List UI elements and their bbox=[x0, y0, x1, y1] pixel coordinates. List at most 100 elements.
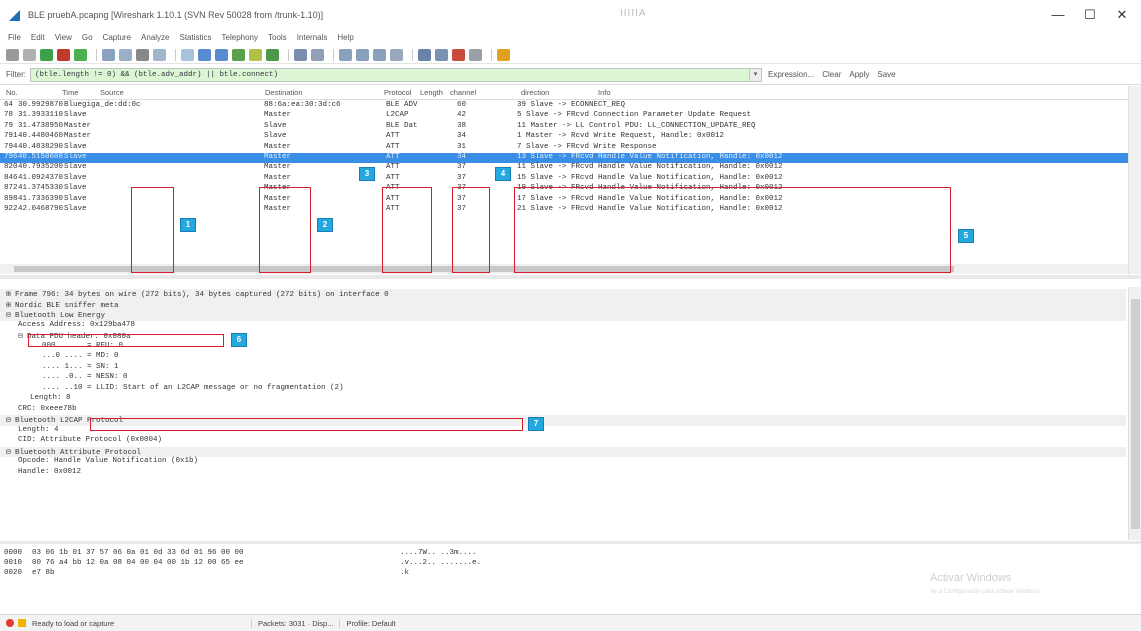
menu-statistics[interactable]: Statistics bbox=[180, 33, 212, 42]
menu-file[interactable]: File bbox=[8, 33, 21, 42]
packet-row[interactable]: 820 40.7935200 Slave Master ATT 37 11 Slave ->… bbox=[0, 163, 1128, 173]
detail-tree-row[interactable]: Handle: 0x0012 bbox=[0, 468, 81, 479]
reload-icon[interactable] bbox=[153, 48, 166, 61]
detail-tree-row[interactable]: ...0 .... = MD: 0 bbox=[0, 352, 119, 363]
hex-ascii[interactable]: .v...2.. .......e. bbox=[400, 559, 481, 569]
colorize-icon[interactable] bbox=[294, 48, 307, 61]
column-time[interactable]: Time bbox=[62, 88, 78, 97]
packet-row-selected[interactable]: 796 40.5150600 Slave Master ATT 34 13 Slave ->… bbox=[0, 153, 1128, 164]
detail-tree-row[interactable]: CRC: 0xeee78b bbox=[0, 405, 77, 416]
menu-internals[interactable]: Internals bbox=[297, 33, 328, 42]
menu-telephony[interactable]: Telephony bbox=[222, 33, 258, 42]
start-capture-icon[interactable] bbox=[40, 48, 53, 61]
hex-bytes[interactable]: 03 06 1b 01 37 57 06 0a 01 0d 33 6d 01 9… bbox=[32, 549, 244, 559]
menu-edit[interactable]: Edit bbox=[31, 33, 45, 42]
packet-row[interactable]: 846 41.0924370 Slave Master ATT 37 15 Slave ->… bbox=[0, 174, 1128, 184]
expert-info-icon[interactable] bbox=[18, 619, 26, 627]
autoscroll-icon[interactable] bbox=[311, 48, 324, 61]
packet-list-vscrollbar[interactable] bbox=[1128, 86, 1141, 274]
detail-tree-row[interactable]: .... .0.. = NESN: 0 bbox=[0, 373, 128, 384]
detail-tree-row[interactable]: CID: Attribute Protocol (0x0004) bbox=[0, 436, 162, 447]
activate-windows-note: Ve a Configuración para activar Windows bbox=[930, 589, 1040, 595]
packet-row[interactable]: 794 40.4838290 Slave Master ATT 31 7 Slave -> … bbox=[0, 143, 1128, 153]
detail-tree-row[interactable]: .... 1... = SN: 1 bbox=[0, 363, 119, 374]
packet-row[interactable]: 64 30.9929870 Bluegiga_de:dd:0c 88:6a:ea:30… bbox=[0, 101, 1128, 111]
coloring-rules-icon[interactable] bbox=[452, 48, 465, 61]
stop-capture-icon[interactable] bbox=[57, 48, 70, 61]
apply-button[interactable]: Apply bbox=[849, 70, 869, 79]
minimize-button[interactable]: — bbox=[1046, 6, 1070, 24]
hex-ascii[interactable]: .k bbox=[400, 569, 409, 579]
column-destination[interactable]: Destination bbox=[265, 88, 303, 97]
hex-offset[interactable]: 0000 bbox=[4, 549, 22, 559]
packet-time: 40.7935200 bbox=[18, 163, 64, 172]
pane-splitter-bottom[interactable] bbox=[0, 541, 1141, 544]
menu-tools[interactable]: Tools bbox=[268, 33, 287, 42]
detail-tree-row[interactable]: ⊞ Nordic BLE sniffer meta bbox=[0, 299, 1126, 310]
clear-button[interactable]: Clear bbox=[822, 70, 841, 79]
detail-tree-row[interactable]: .... ..10 = LLID: Start of an L2CAP mess… bbox=[0, 384, 344, 395]
detail-tree-row[interactable]: Length: 4 bbox=[0, 426, 59, 437]
help-icon[interactable] bbox=[497, 48, 510, 61]
detail-tree-row[interactable]: Opcode: Handle Value Notification (0x1b) bbox=[0, 457, 198, 468]
capture-status-icon[interactable] bbox=[6, 619, 14, 627]
detail-tree-row[interactable]: Length: 8 bbox=[0, 394, 71, 405]
detail-tree-row[interactable]: ⊞ Frame 796: 34 bytes on wire (272 bits)… bbox=[0, 289, 1126, 300]
restart-capture-icon[interactable] bbox=[74, 48, 87, 61]
detail-tree-row[interactable]: Access Address: 0x129ba478 bbox=[0, 321, 135, 332]
column-protocol[interactable]: Protocol bbox=[384, 88, 412, 97]
column-channel[interactable]: channel bbox=[450, 88, 476, 97]
last-packet-icon[interactable] bbox=[266, 48, 279, 61]
packet-row[interactable]: 78 31.3933110 Slave Master L2CAP 42 5 Slave ->… bbox=[0, 111, 1128, 121]
packet-time: 31.4738950 bbox=[18, 121, 64, 130]
filter-dropdown-button[interactable]: ▾ bbox=[750, 67, 762, 82]
menu-view[interactable]: View bbox=[55, 33, 72, 42]
column-source[interactable]: Source bbox=[100, 88, 124, 97]
expression-button[interactable]: Expression... bbox=[768, 70, 814, 79]
details-vscroll-thumb[interactable] bbox=[1131, 299, 1140, 529]
maximize-button[interactable]: ☐ bbox=[1078, 6, 1102, 24]
preferences-icon[interactable] bbox=[469, 48, 482, 61]
column-info[interactable]: Info bbox=[598, 88, 611, 97]
hex-offset[interactable]: 0010 bbox=[4, 559, 22, 569]
details-vscrollbar[interactable] bbox=[1128, 287, 1141, 540]
packet-row[interactable]: 791 40.4480460 Master Slave ATT 34 1 Master ->… bbox=[0, 132, 1128, 142]
display-filter-input[interactable]: (btle.length != 0) && (btle.adv_addr) ||… bbox=[30, 67, 750, 82]
hex-bytes[interactable]: 00 76 a4 bb 12 0a 08 04 00 04 00 1b 12 0… bbox=[32, 559, 244, 569]
pane-splitter[interactable] bbox=[0, 275, 1141, 279]
column-no[interactable]: No. bbox=[6, 88, 18, 97]
hex-bytes[interactable]: e7 8b bbox=[32, 569, 55, 579]
packet-no: 820 bbox=[4, 163, 18, 172]
display-filters-icon[interactable] bbox=[435, 48, 448, 61]
go-to-packet-icon[interactable] bbox=[232, 48, 245, 61]
capture-filters-icon[interactable] bbox=[418, 48, 431, 61]
menu-go[interactable]: Go bbox=[82, 33, 93, 42]
options-icon[interactable] bbox=[23, 48, 36, 61]
wireshark-fin-icon bbox=[9, 10, 20, 21]
first-packet-icon[interactable] bbox=[249, 48, 262, 61]
column-direction[interactable]: direction bbox=[521, 88, 549, 97]
close-file-icon[interactable] bbox=[136, 48, 149, 61]
column-length[interactable]: Length bbox=[420, 88, 443, 97]
find-packet-icon[interactable] bbox=[181, 48, 194, 61]
go-back-icon[interactable] bbox=[198, 48, 211, 61]
zoom-out-icon[interactable] bbox=[356, 48, 369, 61]
hex-offset[interactable]: 0020 bbox=[4, 569, 22, 579]
save-filter-button[interactable]: Save bbox=[877, 70, 895, 79]
open-file-icon[interactable] bbox=[102, 48, 115, 61]
zoom-normal-icon[interactable] bbox=[373, 48, 386, 61]
packet-row[interactable]: 79 31.4738950 Master Slave BLE Dat 38 11 Maste… bbox=[0, 122, 1128, 132]
go-forward-icon[interactable] bbox=[215, 48, 228, 61]
detail-tree-row[interactable]: ⊟ Bluetooth Attribute Protocol bbox=[0, 446, 1126, 457]
menu-help[interactable]: Help bbox=[337, 33, 353, 42]
save-file-icon[interactable] bbox=[119, 48, 132, 61]
close-button[interactable]: ✕ bbox=[1110, 6, 1134, 24]
status-profile[interactable]: Profile: Default bbox=[346, 619, 401, 628]
interfaces-icon[interactable] bbox=[6, 48, 19, 61]
menu-capture[interactable]: Capture bbox=[103, 33, 131, 42]
detail-tree-row[interactable]: ⊟ Bluetooth Low Energy bbox=[0, 310, 1126, 321]
resize-columns-icon[interactable] bbox=[390, 48, 403, 61]
hex-ascii[interactable]: ....7W.. ..3m.... bbox=[400, 549, 477, 559]
menu-analyze[interactable]: Analyze bbox=[141, 33, 169, 42]
zoom-in-icon[interactable] bbox=[339, 48, 352, 61]
